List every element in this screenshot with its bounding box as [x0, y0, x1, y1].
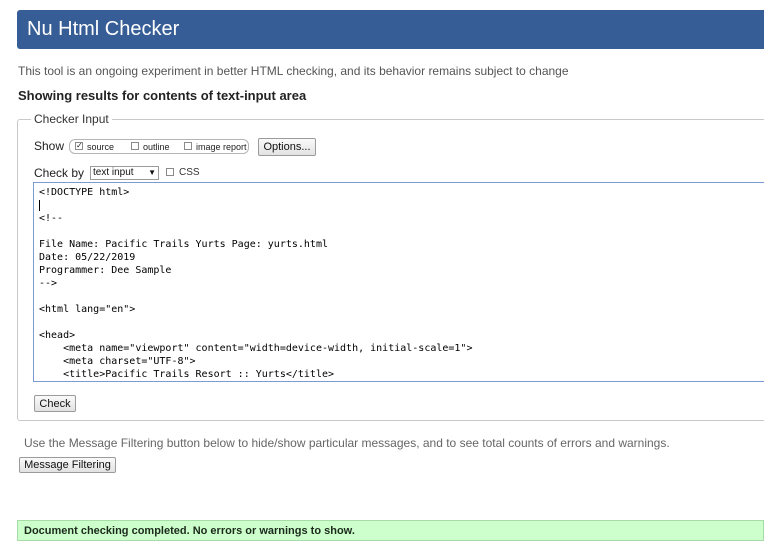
dropdown-arrow-icon: ▼ — [148, 168, 156, 177]
code-line: Programmer: Dee Sample — [39, 265, 172, 276]
image-report-checkbox[interactable] — [184, 142, 192, 150]
code-line: Date: 05/22/2019 — [39, 252, 136, 263]
checker-input-legend: Checker Input — [31, 112, 112, 126]
source-textarea[interactable]: <!DOCTYPE html> <!-- File Name: Pacific … — [33, 182, 764, 382]
outline-label: outline — [143, 142, 170, 152]
code-line: <!DOCTYPE html> — [39, 187, 130, 198]
code-line: <title>Pacific Trails Resort :: Yurts</t… — [39, 369, 335, 380]
status-bar: Document checking completed. No errors o… — [17, 520, 764, 541]
page-title: Nu Html Checker — [27, 18, 180, 40]
code-line: <html lang="en"> — [39, 304, 136, 315]
check-by-select[interactable]: text input ▼ — [90, 166, 159, 180]
code-line: <meta charset="UTF-8"> — [39, 356, 196, 367]
css-label: CSS — [179, 167, 200, 178]
code-line: <!-- — [39, 213, 64, 224]
message-filtering-description: Use the Message Filtering button below t… — [24, 436, 670, 450]
image-report-label: image report — [196, 142, 247, 152]
status-message: Document checking completed. No errors o… — [24, 525, 355, 537]
intro-text: This tool is an ongoing experiment in be… — [18, 64, 569, 78]
message-filtering-button[interactable]: Message Filtering — [19, 457, 116, 473]
show-options-group: ✓ source outline image report — [69, 139, 249, 154]
css-checkbox[interactable] — [166, 168, 174, 176]
source-checkbox[interactable]: ✓ — [75, 142, 83, 150]
text-caret — [39, 200, 40, 211]
header-bar: Nu Html Checker — [17, 10, 764, 49]
code-line: --> — [39, 278, 58, 289]
results-heading: Showing results for contents of text-inp… — [18, 88, 307, 103]
options-button[interactable]: Options... — [258, 138, 316, 156]
code-line: <head> — [39, 330, 76, 341]
show-label: Show — [34, 139, 65, 153]
source-label: source — [87, 142, 115, 152]
outline-checkbox[interactable] — [131, 142, 139, 150]
check-by-label: Check by — [34, 166, 85, 180]
code-line: File Name: Pacific Trails Yurts Page: yu… — [39, 239, 328, 250]
check-by-value: text input — [93, 167, 134, 178]
check-button[interactable]: Check — [34, 395, 76, 412]
code-line: <meta name="viewport" content="width=dev… — [39, 343, 473, 354]
